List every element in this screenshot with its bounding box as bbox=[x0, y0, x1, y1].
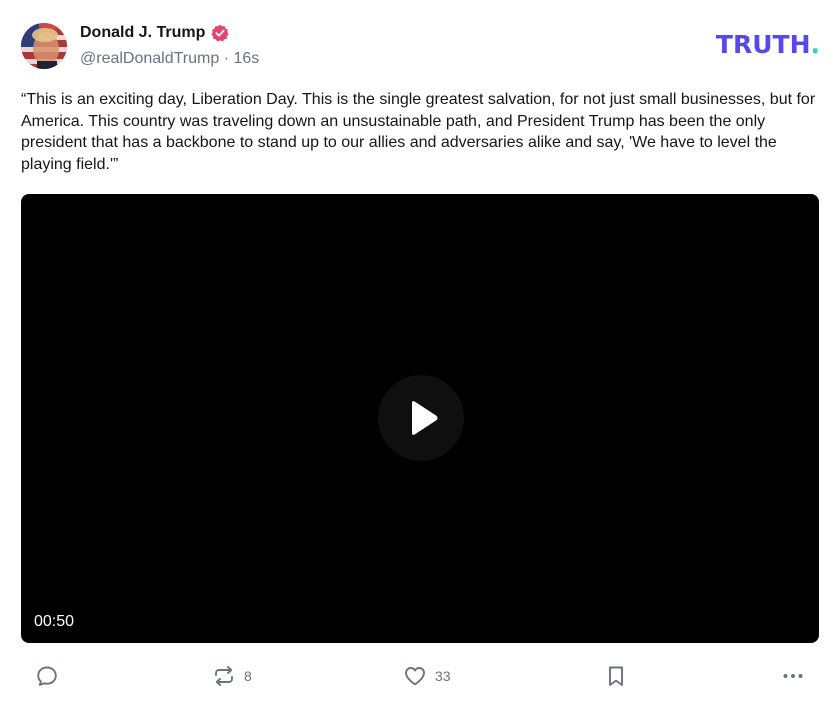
truth-social-logo[interactable]: TRUTH. bbox=[716, 30, 820, 60]
verified-badge-icon bbox=[211, 24, 229, 42]
like-icon bbox=[405, 667, 425, 686]
author-name[interactable]: Donald J. Trump bbox=[80, 24, 229, 42]
video-duration: 00:50 bbox=[34, 613, 75, 630]
reply-button[interactable] bbox=[35, 664, 67, 688]
meta-separator: · bbox=[223, 50, 230, 67]
author-display-name[interactable]: Donald J. Trump bbox=[80, 24, 205, 42]
logo-text: TRUTH bbox=[715, 30, 811, 59]
reply-icon bbox=[37, 666, 57, 686]
retruth-button[interactable]: 8 bbox=[212, 664, 252, 688]
author-handle[interactable]: @realDonaldTrump bbox=[80, 50, 219, 67]
logo-dot: . bbox=[810, 30, 821, 59]
play-button[interactable] bbox=[378, 375, 464, 461]
like-button[interactable]: 33 bbox=[403, 664, 451, 688]
more-options-button[interactable] bbox=[781, 664, 805, 688]
play-icon bbox=[412, 401, 438, 435]
bookmark-icon bbox=[609, 666, 623, 686]
post-timestamp[interactable]: 16s bbox=[234, 50, 260, 67]
author-avatar[interactable] bbox=[21, 23, 67, 69]
post-body-text: “This is an exciting day, Liberation Day… bbox=[21, 91, 816, 173]
retruth-count: 8 bbox=[244, 668, 252, 684]
bookmark-button[interactable] bbox=[604, 664, 628, 688]
post-action-bar: 8 33 bbox=[0, 660, 840, 696]
video-player[interactable]: 00:50 bbox=[21, 194, 819, 643]
retruth-icon bbox=[215, 666, 233, 686]
like-count: 33 bbox=[435, 668, 451, 684]
more-icon bbox=[783, 674, 803, 678]
author-meta: @realDonaldTrump · 16s bbox=[80, 50, 259, 68]
